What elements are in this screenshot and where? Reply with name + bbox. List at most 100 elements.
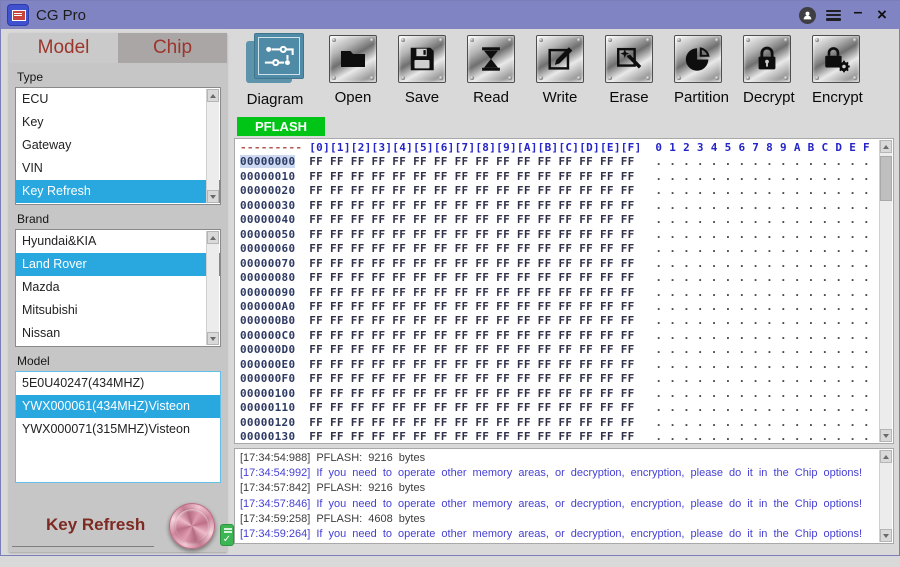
hex-row[interactable]: 00000130 FF FF FF FF FF FF FF FF FF FF F… <box>240 430 878 442</box>
hex-row[interactable]: 00000080 FF FF FF FF FF FF FF FF FF FF F… <box>240 271 878 285</box>
hex-address[interactable]: 00000040 <box>240 213 295 226</box>
hex-address[interactable]: 00000000 <box>240 155 295 168</box>
hex-row[interactable]: 00000120 FF FF FF FF FF FF FF FF FF FF F… <box>240 416 878 430</box>
tab-pflash[interactable]: PFLASH <box>237 117 325 136</box>
list-item-ywx000061-434mhz-visteon[interactable]: YWX000061(434MHZ)Visteon <box>16 395 220 418</box>
hex-viewer[interactable]: --------- [0][1][2][3][4][5][6][7][8][9]… <box>234 138 894 444</box>
list-item-land-rover[interactable]: Land Rover <box>16 253 220 276</box>
hex-bytes[interactable]: FF FF FF FF FF FF FF FF FF FF FF FF FF F… <box>295 314 634 327</box>
list-item-ecu[interactable]: ECU <box>16 88 220 111</box>
scroll-up-arrow[interactable] <box>207 89 219 102</box>
list-item-mazda[interactable]: Mazda <box>16 276 220 299</box>
toolbar-write[interactable]: Write <box>536 33 584 106</box>
hex-address[interactable]: 00000110 <box>240 401 295 414</box>
hex-address[interactable]: 00000060 <box>240 242 295 255</box>
hex-bytes[interactable]: FF FF FF FF FF FF FF FF FF FF FF FF FF F… <box>295 387 634 400</box>
hex-row[interactable]: 00000070 FF FF FF FF FF FF FF FF FF FF F… <box>240 257 878 271</box>
scroll-down-arrow[interactable] <box>207 190 219 203</box>
hex-bytes[interactable]: FF FF FF FF FF FF FF FF FF FF FF FF FF F… <box>295 358 634 371</box>
hex-address[interactable]: 00000050 <box>240 228 295 241</box>
hex-row[interactable]: 00000060 FF FF FF FF FF FF FF FF FF FF F… <box>240 242 878 256</box>
hex-row[interactable]: 000000F0 FF FF FF FF FF FF FF FF FF FF F… <box>240 372 878 386</box>
hex-bytes[interactable]: FF FF FF FF FF FF FF FF FF FF FF FF FF F… <box>295 199 634 212</box>
scroll-thumb[interactable] <box>880 156 892 201</box>
hex-address[interactable]: 00000070 <box>240 257 295 270</box>
menu-icon[interactable] <box>826 10 841 21</box>
hex-row[interactable]: 000000B0 FF FF FF FF FF FF FF FF FF FF F… <box>240 314 878 328</box>
hex-address[interactable]: 00000030 <box>240 199 295 212</box>
log-scrollbar[interactable] <box>879 450 892 542</box>
hex-row[interactable]: 00000100 FF FF FF FF FF FF FF FF FF FF F… <box>240 387 878 401</box>
toolbar-partition[interactable]: Partition <box>674 33 722 106</box>
list-item-5e0u40247-434mhz[interactable]: 5E0U40247(434MHZ) <box>16 372 220 395</box>
hex-bytes[interactable]: FF FF FF FF FF FF FF FF FF FF FF FF FF F… <box>295 155 634 168</box>
hex-row[interactable]: 00000040 FF FF FF FF FF FF FF FF FF FF F… <box>240 213 878 227</box>
hex-address[interactable]: 000000C0 <box>240 329 295 342</box>
toolbar-open[interactable]: Open <box>329 33 377 106</box>
tab-chip[interactable]: Chip <box>118 33 227 63</box>
brand-scrollbar[interactable] <box>206 231 219 345</box>
toolbar-diagram[interactable]: Diagram <box>242 33 308 108</box>
close-button[interactable]: × <box>875 8 889 22</box>
hex-address[interactable]: 000000A0 <box>240 300 295 313</box>
hex-row[interactable]: 00000090 FF FF FF FF FF FF FF FF FF FF F… <box>240 286 878 300</box>
hex-address[interactable]: 00000100 <box>240 387 295 400</box>
hex-bytes[interactable]: FF FF FF FF FF FF FF FF FF FF FF FF FF F… <box>295 372 634 385</box>
hex-address[interactable]: 000000B0 <box>240 314 295 327</box>
hex-bytes[interactable]: FF FF FF FF FF FF FF FF FF FF FF FF FF F… <box>295 228 634 241</box>
hex-address[interactable]: 00000120 <box>240 416 295 429</box>
list-item-mitsubishi[interactable]: Mitsubishi <box>16 299 220 322</box>
hex-bytes[interactable]: FF FF FF FF FF FF FF FF FF FF FF FF FF F… <box>295 257 634 270</box>
hex-address[interactable]: 00000020 <box>240 184 295 197</box>
hex-bytes[interactable]: FF FF FF FF FF FF FF FF FF FF FF FF FF F… <box>295 430 634 442</box>
hex-row[interactable]: 00000050 FF FF FF FF FF FF FF FF FF FF F… <box>240 228 878 242</box>
toolbar-save[interactable]: Save <box>398 33 446 106</box>
toolbar-read[interactable]: Read <box>467 33 515 106</box>
scroll-up-arrow[interactable] <box>880 450 892 463</box>
hex-address[interactable]: 00000130 <box>240 430 295 442</box>
key-refresh-knob-button[interactable] <box>169 503 215 549</box>
hex-row[interactable]: 000000A0 FF FF FF FF FF FF FF FF FF FF F… <box>240 300 878 314</box>
account-icon[interactable] <box>799 7 816 24</box>
minimize-button[interactable]: – <box>851 8 865 22</box>
hex-content[interactable]: --------- [0][1][2][3][4][5][6][7][8][9]… <box>240 141 878 442</box>
hex-bytes[interactable]: FF FF FF FF FF FF FF FF FF FF FF FF FF F… <box>295 271 634 284</box>
hex-bytes[interactable]: FF FF FF FF FF FF FF FF FF FF FF FF FF F… <box>295 242 634 255</box>
model-listbox[interactable]: 5E0U40247(434MHZ)YWX000061(434MHZ)Visteo… <box>15 371 221 483</box>
toolbar-encrypt[interactable]: Encrypt <box>812 33 860 106</box>
hex-row[interactable]: 00000110 FF FF FF FF FF FF FF FF FF FF F… <box>240 401 878 415</box>
hex-row[interactable]: 000000E0 FF FF FF FF FF FF FF FF FF FF F… <box>240 358 878 372</box>
list-item-key-refresh[interactable]: Key Refresh <box>16 180 220 203</box>
hex-bytes[interactable]: FF FF FF FF FF FF FF FF FF FF FF FF FF F… <box>295 300 634 313</box>
hex-bytes[interactable]: FF FF FF FF FF FF FF FF FF FF FF FF FF F… <box>295 401 634 414</box>
hex-bytes[interactable]: FF FF FF FF FF FF FF FF FF FF FF FF FF F… <box>295 329 634 342</box>
scroll-down-arrow[interactable] <box>880 529 892 542</box>
list-item-gateway[interactable]: Gateway <box>16 134 220 157</box>
hex-row[interactable]: 000000D0 FF FF FF FF FF FF FF FF FF FF F… <box>240 343 878 357</box>
hex-row[interactable]: 00000010 FF FF FF FF FF FF FF FF FF FF F… <box>240 170 878 184</box>
tab-model[interactable]: Model <box>9 33 118 63</box>
list-item-hyundai-kia[interactable]: Hyundai&KIA <box>16 230 220 253</box>
hex-bytes[interactable]: FF FF FF FF FF FF FF FF FF FF FF FF FF F… <box>295 343 634 356</box>
hex-scrollbar[interactable] <box>879 140 892 442</box>
list-item-nissan[interactable]: Nissan <box>16 322 220 345</box>
scroll-down-arrow[interactable] <box>207 332 219 345</box>
list-item-vin[interactable]: VIN <box>16 157 220 180</box>
hex-address[interactable]: 00000080 <box>240 271 295 284</box>
hex-row[interactable]: 00000030 FF FF FF FF FF FF FF FF FF FF F… <box>240 199 878 213</box>
scroll-up-arrow[interactable] <box>880 140 892 153</box>
hex-address[interactable]: 000000E0 <box>240 358 295 371</box>
scroll-down-arrow[interactable] <box>880 429 892 442</box>
list-item-key[interactable]: Key <box>16 111 220 134</box>
hex-bytes[interactable]: FF FF FF FF FF FF FF FF FF FF FF FF FF F… <box>295 184 634 197</box>
hex-address[interactable]: 00000090 <box>240 286 295 299</box>
toolbar-decrypt[interactable]: Decrypt <box>743 33 791 106</box>
scroll-up-arrow[interactable] <box>207 231 219 244</box>
hex-bytes[interactable]: FF FF FF FF FF FF FF FF FF FF FF FF FF F… <box>295 170 634 183</box>
hex-row[interactable]: 00000020 FF FF FF FF FF FF FF FF FF FF F… <box>240 184 878 198</box>
hex-bytes[interactable]: FF FF FF FF FF FF FF FF FF FF FF FF FF F… <box>295 213 634 226</box>
list-item-ywx000071-315mhz-visteon[interactable]: YWX000071(315MHZ)Visteon <box>16 418 220 441</box>
toolbar-erase[interactable]: Erase <box>605 33 653 106</box>
hex-address[interactable]: 000000D0 <box>240 343 295 356</box>
type-scrollbar[interactable] <box>206 89 219 203</box>
